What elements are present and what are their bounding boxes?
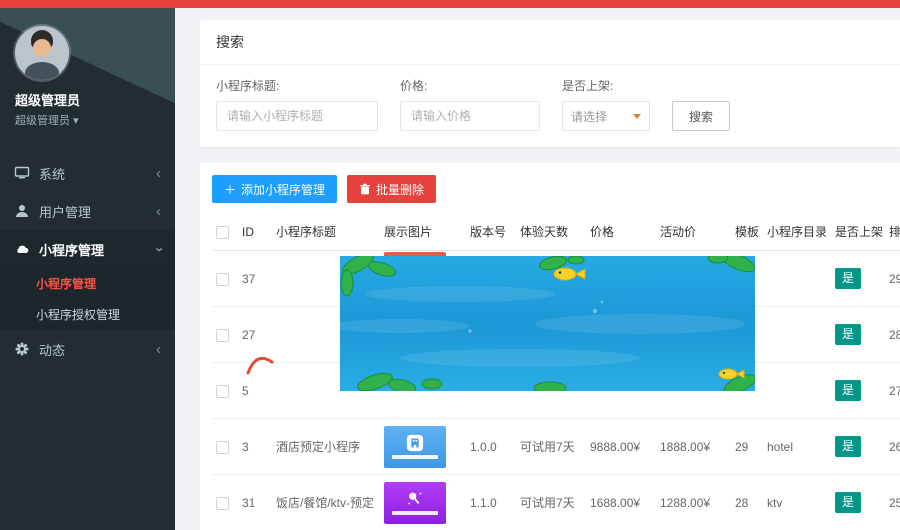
- on-shelf-badge[interactable]: 是: [835, 324, 861, 344]
- caret-down-icon: [633, 114, 641, 119]
- col-price: 价格: [586, 213, 656, 251]
- col-template: 模板: [731, 213, 763, 251]
- chevron-down-icon: ‹: [151, 247, 166, 252]
- microphone-icon: [406, 490, 424, 508]
- row-checkbox[interactable]: [216, 329, 229, 342]
- on-shelf-select[interactable]: 请选择: [562, 101, 650, 131]
- search-form: 小程序标题: 价格: 是否上架: 请选择 搜索: [200, 65, 900, 147]
- col-version: 版本号: [466, 213, 516, 251]
- row-checkbox[interactable]: [216, 497, 229, 510]
- plus-icon: ＋: [224, 181, 236, 198]
- cell-sort: 29: [885, 251, 900, 307]
- caret-down-icon: ▾: [73, 115, 79, 127]
- batch-delete-button[interactable]: 批量删除: [347, 175, 436, 203]
- desktop-icon: [14, 165, 30, 181]
- cell-sort: 27: [885, 363, 900, 419]
- on-shelf-badge[interactable]: 是: [835, 436, 861, 456]
- field-price: 价格:: [400, 77, 540, 131]
- cell-id: 31: [238, 475, 272, 530]
- sidebar-submenu: 小程序管理 小程序授权管理: [0, 268, 175, 330]
- field-on-shelf: 是否上架: 请选择: [562, 77, 650, 131]
- cell-id: 37: [238, 251, 272, 307]
- chevron-left-icon: ‹: [156, 204, 161, 219]
- sidebar-item-system[interactable]: 系统 ‹: [0, 154, 175, 192]
- cell-id: 3: [238, 419, 272, 475]
- cell-sort: 25: [885, 475, 900, 530]
- col-directory: 小程序目录: [763, 213, 831, 251]
- table-panel: ＋ 添加小程序管理 批量删除 ID: [200, 163, 900, 530]
- col-trial-days: 体验天数: [516, 213, 586, 251]
- col-activity-price: 活动价: [656, 213, 731, 251]
- avatar[interactable]: [15, 26, 69, 80]
- miniprogram-title-input[interactable]: [216, 101, 378, 131]
- table-toolbar: ＋ 添加小程序管理 批量删除: [212, 175, 900, 203]
- select-all-checkbox[interactable]: [216, 226, 229, 239]
- building-icon: [406, 434, 424, 452]
- field-miniprogram-title: 小程序标题:: [216, 77, 378, 131]
- main-content: 搜索 小程序标题: 价格: 是否上架: 请选择 搜索 ＋: [175, 8, 900, 530]
- sidebar-item-miniprogram-management[interactable]: 小程序管理 ‹: [0, 230, 175, 268]
- search-button[interactable]: 搜索: [672, 101, 730, 131]
- on-shelf-badge[interactable]: 是: [835, 492, 861, 512]
- cell-sort: 26: [885, 419, 900, 475]
- col-sort: 排序: [885, 213, 900, 251]
- image-fragment: [246, 353, 274, 377]
- top-accent-bar: [0, 0, 900, 8]
- col-on-shelf: 是否上架: [831, 213, 885, 251]
- user-role-dropdown[interactable]: 超级管理员 ▾: [15, 112, 175, 128]
- on-shelf-badge[interactable]: 是: [835, 268, 861, 288]
- user-name: 超级管理员: [15, 90, 175, 109]
- search-panel-title: 搜索: [200, 20, 900, 65]
- col-title: 小程序标题: [272, 213, 380, 251]
- row-checkbox[interactable]: [216, 441, 229, 454]
- sidebar: 超级管理员 超级管理员 ▾ 系统 ‹ 用户管理 ‹ 小程序: [0, 0, 175, 530]
- chevron-left-icon: ‹: [156, 166, 161, 181]
- thumbnail-caption: [392, 511, 438, 515]
- image-preview-overlay: [340, 256, 755, 391]
- sidebar-item-dynamics[interactable]: 动态 ‹: [0, 330, 175, 368]
- thumbnail-caption: [392, 455, 438, 459]
- user-icon: [14, 203, 30, 219]
- underwater-scene-image: [340, 256, 755, 391]
- user-profile: 超级管理员 超级管理员 ▾: [0, 0, 175, 142]
- search-panel: 搜索 小程序标题: 价格: 是否上架: 请选择 搜索: [200, 20, 900, 147]
- row-checkbox[interactable]: [216, 385, 229, 398]
- col-id: ID: [238, 213, 272, 251]
- cell-title: 酒店预定小程序: [272, 419, 380, 475]
- avatar-image: [15, 26, 69, 80]
- row-thumbnail-ktv[interactable]: [384, 482, 446, 524]
- row-checkbox[interactable]: [216, 273, 229, 286]
- cell-sort: 28: [885, 307, 900, 363]
- cell-title: 饭店/餐馆/ktv-预定: [272, 475, 380, 530]
- add-miniprogram-button[interactable]: ＋ 添加小程序管理: [212, 175, 337, 203]
- chevron-left-icon: ‹: [156, 342, 161, 357]
- row-thumbnail-hotel[interactable]: [384, 426, 446, 468]
- sidebar-subitem-miniprogram-auth-management[interactable]: 小程序授权管理: [0, 299, 175, 330]
- sidebar-menu: 系统 ‹ 用户管理 ‹ 小程序管理 ‹ 小程序管理 小程序授权管理: [0, 154, 175, 368]
- table-row: 3 酒店预定小程序: [212, 419, 900, 475]
- trash-icon: [359, 183, 371, 195]
- gears-icon: [14, 341, 30, 357]
- price-input[interactable]: [400, 101, 540, 131]
- table-header-row: ID 小程序标题 展示图片 版本号 体验天数 价格 活动价 模板 小程序目录 是…: [212, 213, 900, 251]
- sidebar-item-user-management[interactable]: 用户管理 ‹: [0, 192, 175, 230]
- cloud-icon: [14, 241, 30, 257]
- on-shelf-badge[interactable]: 是: [835, 380, 861, 400]
- table-row: 31 饭店/餐馆/ktv-预定: [212, 475, 900, 530]
- col-image: 展示图片: [380, 213, 466, 251]
- sidebar-subitem-miniprogram-management[interactable]: 小程序管理: [0, 268, 175, 299]
